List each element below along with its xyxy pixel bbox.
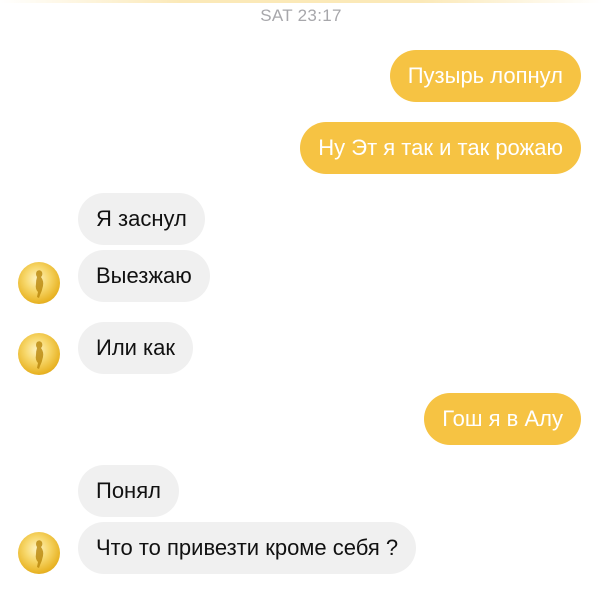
message-bubble-incoming[interactable]: Или как: [78, 322, 194, 374]
top-divider: [0, 0, 602, 3]
message-bubble-incoming[interactable]: Я заснул: [78, 193, 205, 245]
contact-avatar-icon[interactable]: [18, 262, 60, 304]
golden-figure-avatar-icon: [35, 341, 44, 369]
message-bubble-outgoing[interactable]: Пузырь лопнул: [389, 50, 581, 102]
message-bubble-outgoing[interactable]: Ну Эт я так и так рожаю: [300, 122, 581, 174]
golden-figure-avatar-icon: [35, 540, 44, 568]
golden-figure-avatar-icon: [35, 270, 44, 298]
message-bubble-incoming[interactable]: Что то привезти кроме себя ?: [78, 522, 417, 574]
chat-timestamp: SAT 23:17: [260, 6, 342, 25]
message-bubble-incoming[interactable]: Выезжаю: [78, 250, 210, 302]
message-bubble-incoming[interactable]: Понял: [78, 465, 179, 517]
contact-avatar-icon[interactable]: [18, 333, 60, 375]
message-bubble-outgoing[interactable]: Гош я в Алу: [424, 393, 581, 445]
contact-avatar-icon[interactable]: [18, 532, 60, 574]
